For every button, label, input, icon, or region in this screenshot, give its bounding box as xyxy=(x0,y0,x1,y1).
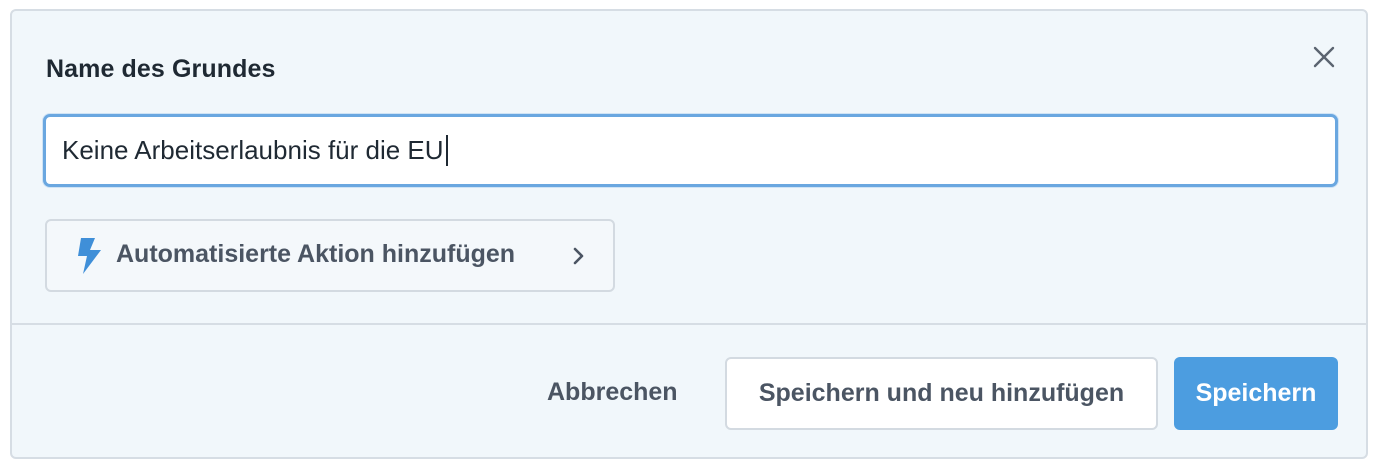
dialog-title: Name des Grundes xyxy=(46,55,276,83)
reason-name-value: Keine Arbeitserlaubnis für die EU xyxy=(62,135,444,165)
add-automated-action-button[interactable]: Automatisierte Aktion hinzufügen xyxy=(45,219,615,292)
lightning-bolt-icon xyxy=(78,238,101,274)
save-and-add-new-button[interactable]: Speichern und neu hinzufügen xyxy=(725,357,1158,430)
close-icon[interactable] xyxy=(1308,41,1340,73)
reason-dialog: Name des Grundes Keine Arbeitserlaubnis … xyxy=(10,9,1368,459)
save-button[interactable]: Speichern xyxy=(1174,357,1338,430)
chevron-right-icon xyxy=(573,247,584,265)
cancel-button[interactable]: Abbrechen xyxy=(547,378,678,407)
footer-divider xyxy=(12,323,1366,325)
text-caret xyxy=(445,135,448,166)
add-automated-action-label: Automatisierte Aktion hinzufügen xyxy=(116,240,516,268)
reason-name-input[interactable]: Keine Arbeitserlaubnis für die EU xyxy=(43,114,1338,187)
